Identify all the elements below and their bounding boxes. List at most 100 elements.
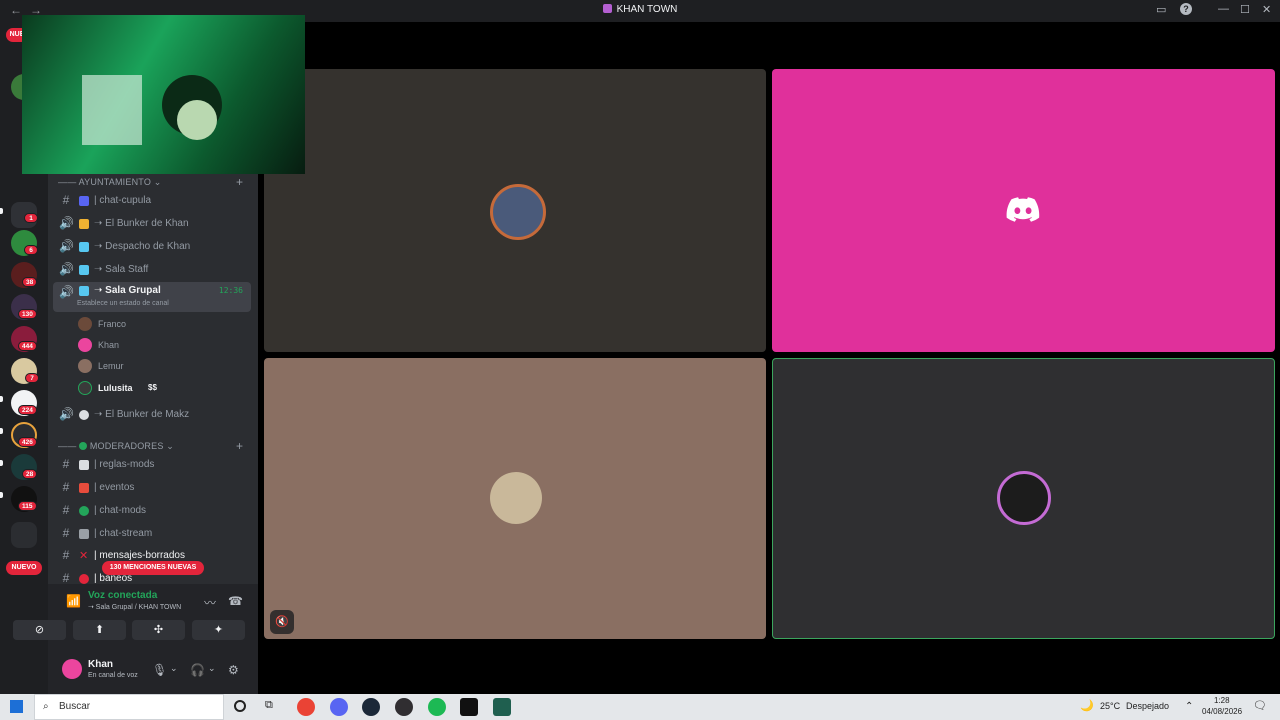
steam-icon[interactable] bbox=[362, 698, 380, 716]
chrome-icon[interactable] bbox=[297, 698, 315, 716]
voice-channel-bunker-makz[interactable]: 🔊 ➝ El Bunker de Makz bbox=[53, 404, 251, 425]
user-status: En canal de voz bbox=[88, 672, 138, 679]
hash-icon: # bbox=[62, 548, 70, 562]
speaker-icon: 🔊 bbox=[59, 239, 74, 253]
disconnect-icon[interactable]: ☎ bbox=[228, 594, 243, 608]
add-channel-icon[interactable]: + bbox=[236, 175, 243, 189]
chevron-down-icon[interactable]: ⌄ bbox=[170, 663, 178, 674]
discord-window: ← → KHAN TOWN ▭ ? — ☐ ✕ NUE 1 6 38 130 4… bbox=[0, 0, 1280, 720]
speaker-icon: 🔊 bbox=[59, 262, 74, 276]
close-icon[interactable]: ✕ bbox=[1262, 3, 1271, 16]
channel-chat-cupula[interactable]: # | chat-cupula bbox=[53, 190, 251, 211]
avatar bbox=[78, 381, 92, 395]
discord-app-icon[interactable] bbox=[330, 698, 348, 716]
mention-badge: 6 bbox=[24, 245, 38, 255]
voice-location[interactable]: ➝ Sala Grupal / KHAN TOWN bbox=[88, 603, 181, 611]
category-header[interactable]: —— MODERADORES ⌄ + bbox=[58, 439, 243, 453]
participant-tile[interactable] bbox=[264, 69, 766, 352]
app-icon[interactable] bbox=[493, 698, 511, 716]
taskbar-search[interactable]: ⌕ Buscar bbox=[34, 694, 224, 720]
moon-weather-icon[interactable]: 🌙 bbox=[1080, 699, 1094, 712]
muted-icon: 🔇 bbox=[270, 610, 294, 634]
signal-icon[interactable]: 📶 bbox=[66, 594, 81, 608]
tray-chevron-icon[interactable]: ⌃ bbox=[1185, 701, 1193, 712]
participant-tile[interactable] bbox=[772, 69, 1275, 352]
speaker-icon: 🔊 bbox=[59, 216, 74, 230]
voice-channel-despacho-khan[interactable]: 🔊 ➝ Despacho de Khan bbox=[53, 236, 251, 257]
task-view-icon[interactable]: ⧉ bbox=[265, 699, 273, 712]
chevron-down-icon[interactable]: ⌄ bbox=[208, 663, 216, 674]
hash-icon: # bbox=[62, 457, 70, 471]
participant-tile-speaking[interactable] bbox=[772, 358, 1275, 639]
voice-channel-bunker-khan[interactable]: 🔊 ➝ El Bunker de Khan bbox=[53, 213, 251, 234]
hash-icon: # bbox=[62, 503, 70, 517]
mention-badge: 115 bbox=[18, 501, 37, 511]
soundboard-icon[interactable]: ✦ bbox=[192, 620, 245, 640]
ban-icon bbox=[79, 574, 89, 584]
webcam-overlay bbox=[22, 15, 305, 174]
voice-connection-panel: 📶 Voz conectada ➝ Sala Grupal / KHAN TOW… bbox=[13, 584, 258, 650]
diamond-icon bbox=[79, 265, 89, 275]
avatar bbox=[490, 184, 546, 240]
minimize-icon[interactable]: — bbox=[1218, 3, 1229, 15]
call-duration: 12:36 bbox=[218, 286, 243, 295]
microphone-icon[interactable]: 🎙 bbox=[152, 663, 167, 677]
taskbar: ⌕ Buscar ⧉ 🌙 25°C Despejado ⌃ 1:28 04/08/… bbox=[0, 694, 1280, 720]
spotify-icon[interactable] bbox=[428, 698, 446, 716]
discord-logo-icon bbox=[1006, 197, 1040, 222]
diamond-icon bbox=[79, 286, 89, 296]
channel-status-prompt[interactable]: Establece un estado de canal bbox=[77, 299, 169, 309]
headphones-icon[interactable]: 🎧 bbox=[190, 663, 205, 677]
avatar bbox=[78, 317, 92, 331]
maximize-icon[interactable]: ☐ bbox=[1240, 3, 1250, 16]
noise-suppression-icon[interactable]: 〰 bbox=[204, 594, 216, 611]
username: Khan bbox=[88, 659, 113, 670]
monitor-app-icon[interactable] bbox=[460, 698, 478, 716]
new-pill[interactable]: NUEVO bbox=[6, 561, 42, 575]
cortana-icon[interactable] bbox=[234, 700, 246, 712]
calendar-icon bbox=[79, 483, 89, 493]
obs-icon[interactable] bbox=[395, 698, 413, 716]
hash-icon: # bbox=[62, 193, 70, 207]
unread-pip bbox=[0, 460, 3, 466]
channel-eventos[interactable]: # | eventos bbox=[53, 477, 251, 498]
user-panel: Khan En canal de voz 🎙 ⌄ 🎧 ⌄ ⚙ bbox=[48, 650, 258, 694]
mention-badge: 38 bbox=[22, 277, 38, 287]
unread-pip bbox=[0, 492, 3, 498]
avatar bbox=[78, 338, 92, 352]
camera-off-icon[interactable]: ⊘ bbox=[13, 620, 66, 640]
notifications-icon[interactable]: 🗨 bbox=[1253, 699, 1267, 712]
status-dot-icon bbox=[79, 442, 88, 450]
search-icon: ⌕ bbox=[43, 701, 49, 712]
channel-chat-stream[interactable]: # | chat-stream bbox=[53, 523, 251, 544]
clock-time[interactable]: 1:28 bbox=[1214, 696, 1230, 705]
avatar[interactable] bbox=[62, 659, 82, 679]
channel-reglas-mods[interactable]: # | reglas-mods bbox=[53, 454, 251, 475]
new-mentions-pill[interactable]: 130 MENCIONES NUEVAS bbox=[102, 561, 204, 575]
avatar bbox=[997, 471, 1051, 525]
voice-channel-sala-staff[interactable]: 🔊 ➝ Sala Staff bbox=[53, 259, 251, 280]
clock-date[interactable]: 04/08/2026 bbox=[1202, 707, 1242, 716]
help-icon[interactable]: ? bbox=[1180, 3, 1192, 15]
camera-icon bbox=[79, 529, 89, 539]
hash-icon: # bbox=[62, 480, 70, 494]
unread-pip bbox=[0, 208, 3, 214]
screen-share-icon[interactable]: ⬆ bbox=[73, 620, 126, 640]
mention-badge: 7 bbox=[25, 373, 39, 383]
inbox-icon[interactable]: ▭ bbox=[1156, 3, 1166, 16]
add-channel-icon[interactable]: + bbox=[236, 439, 243, 453]
channel-chat-mods[interactable]: # | chat-mods bbox=[53, 500, 251, 521]
clipboard-icon bbox=[79, 460, 89, 470]
windows-start-icon[interactable] bbox=[10, 700, 23, 713]
hash-icon: # bbox=[62, 526, 70, 540]
voice-channel-sala-grupal[interactable]: 🔊 ➝ Sala Grupal 12:36 Establece un estad… bbox=[53, 282, 251, 312]
face bbox=[177, 100, 217, 140]
settings-gear-icon[interactable]: ⚙ bbox=[228, 663, 239, 677]
folder-icon[interactable] bbox=[11, 522, 37, 548]
activities-icon[interactable]: ✣ bbox=[132, 620, 185, 640]
speaker-icon: 🔊 bbox=[59, 407, 74, 421]
category-header[interactable]: —— AYUNTAMIENTO ⌄ + bbox=[58, 175, 243, 189]
participant-tile[interactable] bbox=[264, 358, 766, 639]
mention-badge: 444 bbox=[18, 341, 37, 351]
window-title: KHAN TOWN bbox=[0, 4, 1280, 15]
